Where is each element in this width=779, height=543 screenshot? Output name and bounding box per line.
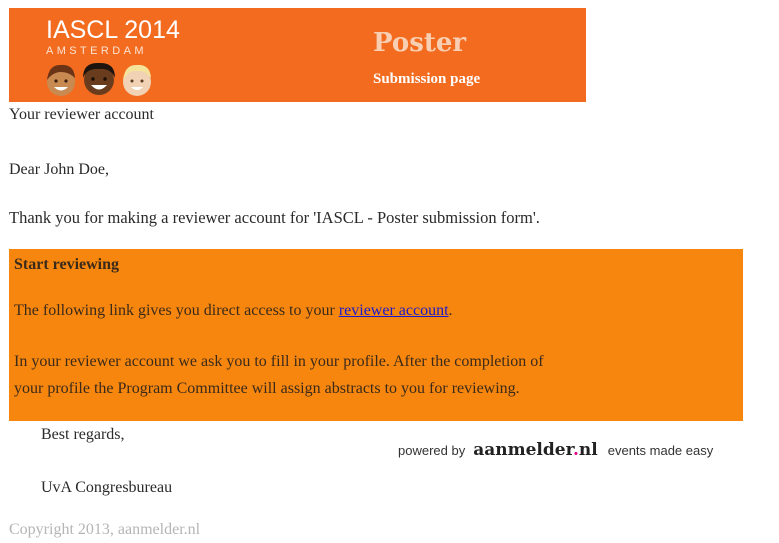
link-paragraph: The following link gives you direct acce…	[14, 302, 453, 320]
children-logo-icon	[47, 62, 151, 96]
banner-subtitle: Submission page	[373, 71, 481, 87]
info-line-1: In your reviewer account we ask you to f…	[14, 353, 544, 370]
thanks-text: Thank you for making a reviewer account …	[9, 208, 540, 227]
aanmelder-logo: aanmelder.nl	[473, 440, 598, 460]
copyright: Copyright 2013, aanmelder.nl	[9, 521, 201, 538]
banner-title: Poster	[373, 28, 467, 58]
logo-subtitle: AMSTERDAM	[46, 45, 147, 57]
email-heading: Your reviewer account	[9, 106, 154, 123]
link-prefix: The following link gives you direct acce…	[14, 302, 339, 319]
regards: Best regards,	[41, 426, 125, 443]
start-reviewing-box: Start reviewing The following link gives…	[9, 249, 743, 421]
powered-prefix: powered by	[398, 443, 466, 458]
signature: UvA Congresbureau	[41, 479, 173, 496]
info-line-2: your profile the Program Committee will …	[14, 380, 520, 397]
box-title: Start reviewing	[14, 256, 120, 273]
powered-by: powered by aanmelder.nl events made easy	[398, 440, 713, 460]
header-banner: IASCL 2014 AMSTERDAM Poster Submission p…	[9, 8, 586, 102]
powered-tagline: events made easy	[607, 443, 714, 458]
brand-main: aanmelder	[473, 440, 573, 460]
reviewer-account-link[interactable]: reviewer account	[339, 302, 449, 319]
logo-title: IASCL 2014	[46, 16, 180, 44]
link-suffix: .	[448, 302, 453, 319]
greeting: Dear John Doe,	[9, 161, 109, 178]
brand-tld: nl	[578, 440, 598, 460]
